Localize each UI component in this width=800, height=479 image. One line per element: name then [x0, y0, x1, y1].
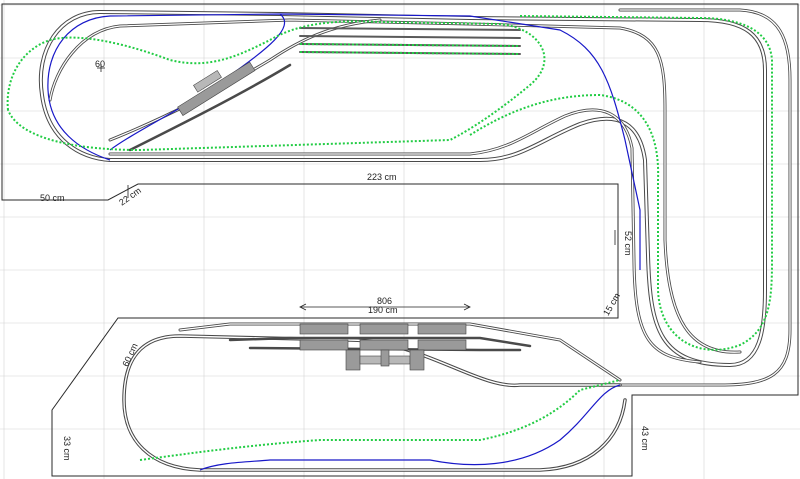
upper-outer-loop — [38, 9, 767, 368]
grey-tracks — [38, 8, 792, 472]
label-60: 60 — [95, 59, 105, 69]
upper-station-building — [177, 61, 256, 116]
grid — [0, 0, 800, 479]
station-building-center — [380, 349, 390, 367]
blue-tracks — [47, 13, 641, 471]
label-33cm: 33 cm — [62, 436, 72, 461]
station-building-right — [409, 349, 425, 371]
lower-platform-1 — [299, 323, 349, 335]
track-plan: 60 223 cm 50 cm 22 cm 52 cm 15 cm 806 19… — [0, 0, 800, 479]
green-track-upper — [6, 20, 546, 152]
station-building-left — [345, 349, 361, 371]
green-tracks — [6, 15, 773, 461]
label-223cm: 223 cm — [367, 172, 397, 182]
blue-track-lower — [199, 384, 621, 471]
baseboard-outline — [1, 3, 799, 477]
label-43cm: 43 cm — [640, 426, 650, 451]
label-190cm: 190 cm — [368, 305, 398, 315]
lower-platform-6 — [417, 339, 467, 351]
label-52cm: 52 cm — [623, 231, 633, 256]
track-plan-canvas: 60 223 cm 50 cm 22 cm 52 cm 15 cm 806 19… — [0, 0, 800, 479]
lower-platform-4 — [299, 339, 349, 351]
lower-platform-5 — [359, 339, 409, 351]
lower-platform-3 — [417, 323, 467, 335]
label-50cm: 50 cm — [40, 193, 65, 203]
lower-platform-2 — [359, 323, 409, 335]
